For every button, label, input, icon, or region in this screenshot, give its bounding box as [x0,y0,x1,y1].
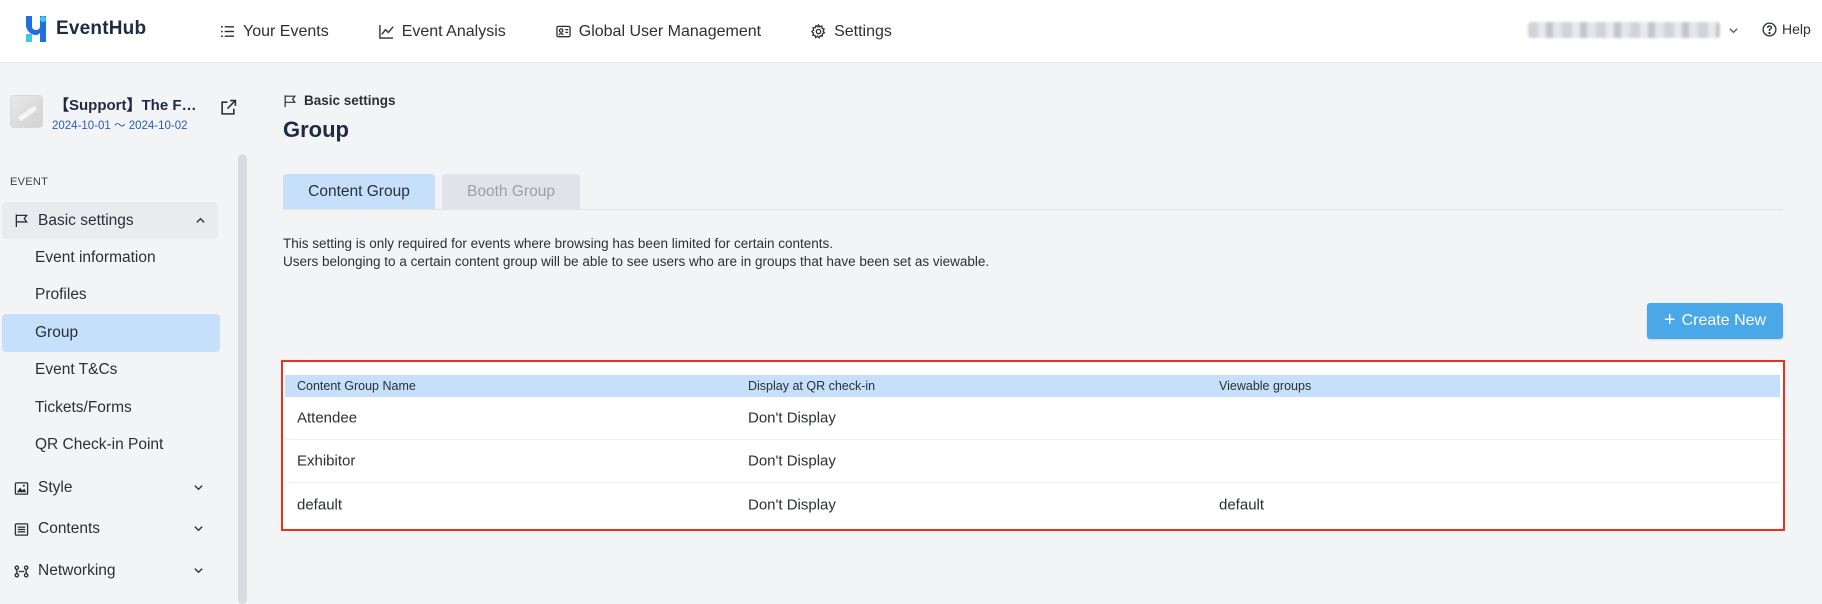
main-nav: Your Events Event Analysis Global User M… [220,0,942,63]
breadcrumb-label: Basic settings [304,93,396,108]
chevron-down-icon [1729,27,1738,33]
nav-label: Settings [834,22,892,40]
sidebar-item-label: Profiles [35,286,87,304]
event-dates: 2024-10-01 〜 2024-10-02 [52,120,188,132]
nav-settings[interactable]: Settings [811,23,892,41]
network-icon [14,564,29,578]
sidebar-section-label: EVENT [10,176,49,188]
sidebar-item-label: Event information [35,248,156,266]
cell-group-name: default [297,496,343,513]
event-name: 【Support】The F… [54,97,197,114]
nav-label: Your Events [243,22,329,40]
chevron-up-icon [196,217,205,223]
chart-line-icon [378,24,394,39]
sidebar-item-event-tcs[interactable]: Event T&Cs [0,352,220,390]
gear-icon [811,24,826,39]
id-card-icon [556,25,571,38]
sidebar-item-label: QR Check-in Point [35,436,164,454]
sidebar-group-label: Style [38,479,73,496]
document-list-icon [14,522,29,536]
blurred-account-name [1528,22,1720,38]
sidebar-group-label: Contents [38,520,101,537]
tab-content-group[interactable]: Content Group [283,174,435,209]
sidebar-group-basic-settings[interactable]: Basic settings [2,202,218,239]
top-navbar: EventHub Your Events Event Analysis Glob… [0,0,1822,63]
nav-event-analysis[interactable]: Event Analysis [378,22,506,41]
cell-display: Don't Display [748,496,836,513]
sidebar-item-group[interactable]: Group [2,314,220,352]
chevron-down-icon [194,568,203,574]
app-logo[interactable]: EventHub [22,14,146,44]
external-link-icon[interactable] [220,99,237,116]
sidebar-group-networking[interactable]: Networking [0,550,220,592]
help-circle-icon [1762,21,1777,37]
nav-your-events[interactable]: Your Events [220,23,329,41]
sidebar: 【Support】The F… 2024-10-01 〜 2024-10-02 … [0,63,251,604]
tab-booth-group[interactable]: Booth Group [442,174,580,209]
cell-display: Don't Display [748,452,836,470]
sidebar-item-label: Event T&Cs [35,361,118,379]
event-thumbnail [10,95,43,128]
table-row[interactable]: default Don't Display default [285,483,1780,526]
breadcrumb: Basic settings [283,93,396,108]
create-new-label: Create New [1681,312,1767,329]
logo-text: EventHub [56,18,147,39]
table-row[interactable]: Attendee Don't Display [285,397,1780,440]
sidebar-item-qr-check-in-point[interactable]: QR Check-in Point [0,427,220,465]
column-header-display: Display at QR check-in [748,379,876,393]
list-icon [220,25,235,38]
content-group-table: Content Group Name Display at QR check-i… [281,360,1785,531]
sidebar-scrollbar[interactable] [238,154,247,604]
main-content: Basic settings Group Content Group Booth… [281,63,1785,604]
account-menu[interactable] [1528,22,1739,38]
sidebar-group-label: Networking [38,562,116,579]
table-header: Content Group Name Display at QR check-i… [285,375,1780,397]
cell-group-name: Exhibitor [297,452,356,470]
chevron-down-icon [194,526,203,532]
sidebar-item-profiles[interactable]: Profiles [0,277,220,315]
nav-label: Global User Management [578,22,762,40]
sidebar-item-tickets-forms[interactable]: Tickets/Forms [0,389,220,427]
column-header-name: Content Group Name [297,379,416,393]
help-label: Help [1782,21,1811,37]
cell-group-name: Attendee [297,409,358,427]
sidebar-group-style[interactable]: Style [0,468,220,508]
group-tabs: Content Group Booth Group [283,174,1783,210]
nav-label: Event Analysis [401,22,506,40]
page-title: Group [283,117,349,142]
eventhub-logo-icon [26,16,46,42]
sidebar-item-label: Group [35,323,79,341]
flag-icon [15,214,28,228]
table-row[interactable]: Exhibitor Don't Display [285,440,1780,483]
description: This setting is only required for events… [283,235,989,271]
nav-global-user-management[interactable]: Global User Management [556,23,761,41]
column-header-viewable: Viewable groups [1219,379,1312,393]
description-line: Users belonging to a certain content gro… [283,254,990,269]
sidebar-item-label: Tickets/Forms [35,398,132,416]
cell-display: Don't Display [748,409,836,427]
description-line: This setting is only required for events… [283,236,834,251]
image-icon [14,481,29,495]
flag-icon [284,94,297,107]
cell-viewable: default [1219,496,1265,513]
plus-icon: + [1663,309,1676,331]
help-link[interactable]: Help [1762,21,1811,37]
event-card: 【Support】The F… 2024-10-01 〜 2024-10-02 [10,91,240,141]
create-new-button[interactable]: + Create New [1647,303,1783,339]
chevron-down-icon [194,485,203,491]
sidebar-menu: Basic settings Event information Profile… [0,202,220,592]
sidebar-group-contents[interactable]: Contents [0,508,220,550]
sidebar-item-event-information[interactable]: Event information [0,239,220,277]
sidebar-group-label: Basic settings [38,211,134,229]
